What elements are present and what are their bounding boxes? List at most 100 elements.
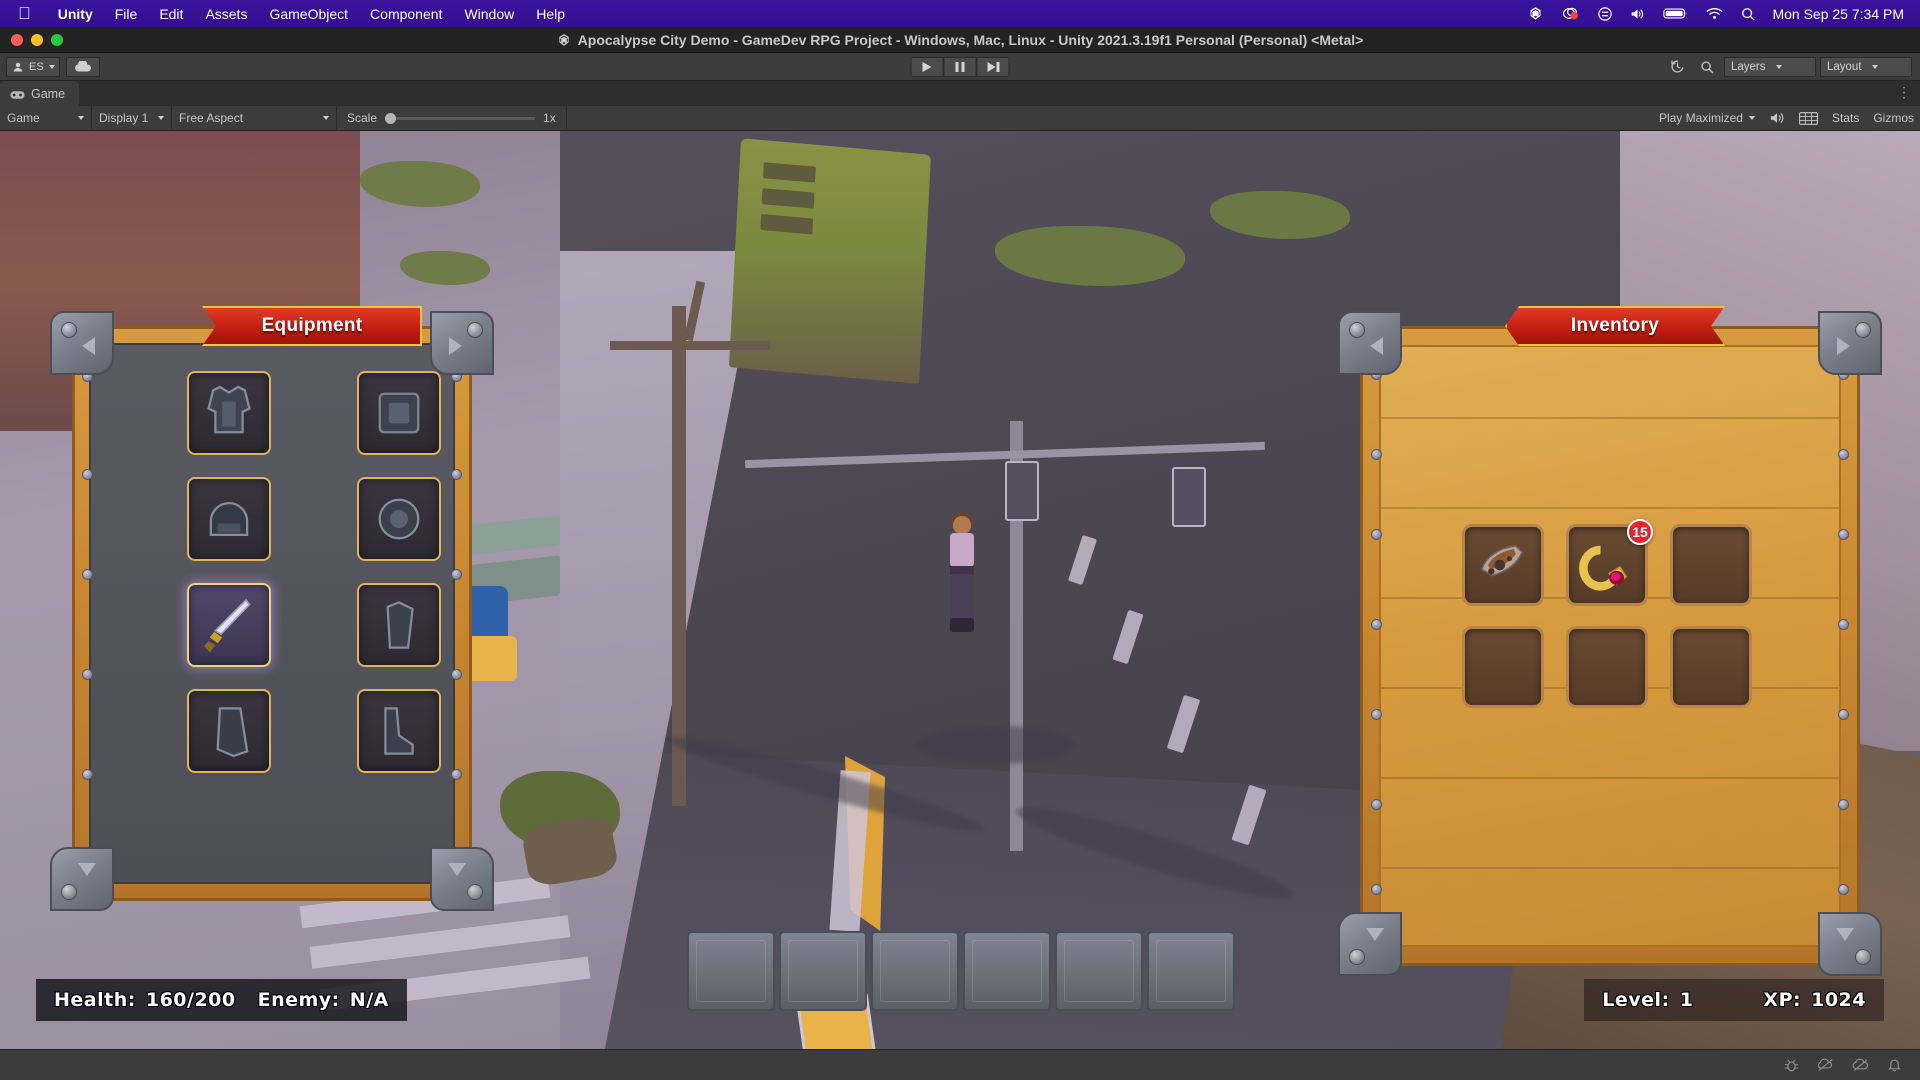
collab-icon[interactable] bbox=[1817, 1058, 1834, 1072]
xp-value: 1024 bbox=[1811, 989, 1866, 1011]
rivet bbox=[1838, 799, 1849, 810]
pause-icon bbox=[955, 61, 965, 72]
game-view-toolbar: Game Display 1 Free Aspect Scale 1x Play… bbox=[0, 105, 1920, 131]
menu-window[interactable]: Window bbox=[453, 6, 525, 22]
shield-icon bbox=[378, 392, 420, 434]
inventory-slot-grid[interactable]: 15 bbox=[1462, 519, 1752, 708]
game-view-toolbar-right: Play Maximized Stats Gizmos bbox=[1659, 111, 1914, 125]
inv-slot-3[interactable] bbox=[1670, 524, 1752, 606]
menu-component[interactable]: Component bbox=[359, 6, 453, 22]
battery-icon[interactable] bbox=[1654, 7, 1697, 20]
inv-slot-4[interactable] bbox=[1462, 626, 1544, 708]
slot-boots[interactable] bbox=[357, 689, 441, 773]
hotbar-slot-6[interactable] bbox=[1147, 931, 1235, 1011]
pause-button[interactable] bbox=[943, 56, 977, 77]
aspect-icon-button[interactable] bbox=[1799, 111, 1818, 125]
volume-icon[interactable] bbox=[1621, 7, 1654, 21]
mute-audio-button[interactable] bbox=[1769, 111, 1785, 125]
hud-right-stats: Level: 1 XP: 1024 bbox=[1584, 979, 1884, 1021]
cloud-button[interactable] bbox=[65, 56, 100, 77]
view-type-dropdown[interactable]: Game bbox=[0, 105, 92, 131]
control-center-icon[interactable] bbox=[1589, 6, 1621, 21]
menu-help[interactable]: Help bbox=[525, 6, 576, 22]
unity-cube-icon[interactable] bbox=[1519, 6, 1552, 21]
equipment-slot-grid[interactable] bbox=[187, 371, 441, 773]
screen-record-icon[interactable] bbox=[1552, 6, 1589, 21]
layout-label: Layout bbox=[1827, 60, 1862, 73]
play-button[interactable] bbox=[910, 56, 944, 77]
inventory-banner-shape: Inventory bbox=[1505, 306, 1725, 346]
menu-edit[interactable]: Edit bbox=[148, 6, 194, 22]
slot-shield[interactable] bbox=[357, 371, 441, 455]
layout-dropdown[interactable]: Layout bbox=[1820, 56, 1912, 77]
toolbar-right-group: Layers Layout bbox=[1664, 56, 1912, 77]
slot-amulet[interactable] bbox=[357, 477, 441, 561]
wifi-icon[interactable] bbox=[1697, 7, 1732, 20]
notification-icon[interactable] bbox=[1887, 1058, 1902, 1073]
equipment-panel[interactable]: Equipment bbox=[50, 306, 494, 911]
slot-helmet[interactable] bbox=[187, 477, 271, 561]
gizmos-dropdown[interactable]: Gizmos bbox=[1873, 111, 1914, 125]
menu-unity[interactable]: Unity bbox=[47, 6, 104, 22]
gizmos-label: Gizmos bbox=[1873, 111, 1914, 125]
play-maximized-label: Play Maximized bbox=[1658, 111, 1743, 125]
account-label: ES bbox=[29, 60, 44, 73]
unity-title-bar: Apocalypse City Demo - GameDev RPG Proje… bbox=[0, 27, 1920, 53]
hotbar-slot-1[interactable] bbox=[687, 931, 775, 1011]
history-button[interactable] bbox=[1664, 57, 1690, 77]
kebab-menu-icon[interactable]: ⋮ bbox=[1897, 85, 1911, 99]
corner-stud bbox=[61, 322, 77, 338]
menubar-clock[interactable]: Mon Sep 25 7:34 PM bbox=[1764, 6, 1920, 22]
chest-armor-icon bbox=[207, 385, 251, 434]
inventory-panel[interactable]: Inventory 15 bbox=[1338, 306, 1882, 976]
rivet bbox=[1838, 619, 1849, 630]
menu-gameobject[interactable]: GameObject bbox=[258, 6, 359, 22]
account-button[interactable]: ES bbox=[6, 56, 60, 77]
hotbar-slot-5[interactable] bbox=[1055, 931, 1143, 1011]
scale-slider[interactable] bbox=[385, 112, 536, 124]
play-maximized-dropdown[interactable]: Play Maximized bbox=[1659, 111, 1755, 125]
inv-slot-6[interactable] bbox=[1670, 626, 1752, 708]
search-button[interactable] bbox=[1694, 57, 1720, 77]
xp-stat: XP: 1024 bbox=[1763, 989, 1866, 1011]
menu-file[interactable]: File bbox=[104, 6, 149, 22]
spotlight-search-icon[interactable] bbox=[1732, 7, 1764, 21]
slot-weapon[interactable] bbox=[187, 583, 271, 667]
aspect-dropdown[interactable]: Free Aspect bbox=[172, 105, 337, 131]
cloud-icon bbox=[74, 60, 91, 71]
step-button[interactable] bbox=[976, 56, 1010, 77]
hotbar[interactable] bbox=[687, 931, 1235, 1011]
scale-slider-group[interactable]: Scale 1x bbox=[337, 105, 567, 131]
slot-cape[interactable] bbox=[187, 689, 271, 773]
stats-button[interactable]: Stats bbox=[1832, 111, 1859, 125]
hotbar-slot-2[interactable] bbox=[779, 931, 867, 1011]
hotbar-slot-3[interactable] bbox=[871, 931, 959, 1011]
corner-arrow-icon bbox=[1836, 928, 1854, 941]
slot-gloves[interactable] bbox=[357, 583, 441, 667]
layers-dropdown[interactable]: Layers bbox=[1724, 56, 1816, 77]
editor-tab-row: Game ⋮ bbox=[0, 81, 1920, 106]
menu-assets[interactable]: Assets bbox=[194, 6, 258, 22]
tab-game[interactable]: Game bbox=[0, 81, 80, 106]
step-icon bbox=[987, 61, 999, 72]
bug-icon[interactable] bbox=[1784, 1058, 1799, 1073]
equipment-title-banner: Equipment bbox=[202, 306, 422, 346]
slot-chest[interactable] bbox=[187, 371, 271, 455]
chevron-down-icon bbox=[1775, 64, 1782, 69]
inv-slot-5[interactable] bbox=[1566, 626, 1648, 708]
cloud-build-icon[interactable] bbox=[1852, 1058, 1869, 1072]
display-dropdown[interactable]: Display 1 bbox=[92, 105, 172, 131]
inv-slot-2[interactable]: 15 bbox=[1566, 519, 1653, 606]
scale-slider-knob[interactable] bbox=[385, 112, 397, 124]
character-boots bbox=[950, 618, 974, 632]
rivet bbox=[1371, 884, 1382, 895]
game-view-canvas[interactable]: Equipment Inventory 15 Health: 160/200 E… bbox=[0, 131, 1920, 1049]
inv-slot-1[interactable] bbox=[1462, 524, 1544, 606]
editor-status-bar bbox=[0, 1049, 1920, 1080]
xp-label: XP: bbox=[1763, 989, 1802, 1011]
corner-arrow-icon bbox=[448, 863, 466, 876]
scene-traffic-light bbox=[1172, 467, 1206, 527]
toolbar-left-group: ES bbox=[0, 56, 100, 77]
hotbar-slot-4[interactable] bbox=[963, 931, 1051, 1011]
apple-icon[interactable]:  bbox=[18, 5, 31, 22]
